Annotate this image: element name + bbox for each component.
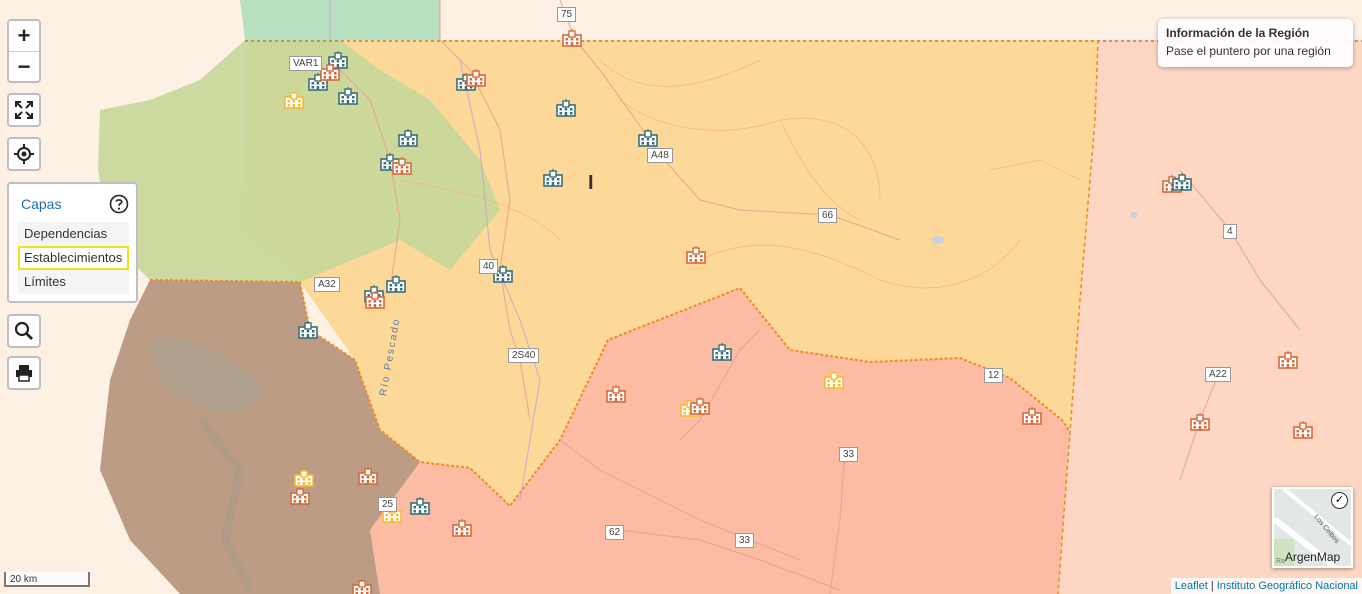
road-label: VAR1 — [289, 56, 323, 71]
fullscreen-icon — [15, 101, 33, 119]
layers-list: Dependencias Establecimientos Límites — [18, 222, 129, 294]
map-layer — [0, 0, 1362, 594]
layer-item-establecimientos[interactable]: Establecimientos — [18, 246, 129, 270]
road-label: A48 — [647, 148, 673, 163]
region-north — [240, 0, 440, 40]
zoom-control: + − — [7, 19, 41, 83]
print-button[interactable] — [7, 356, 41, 390]
school-marker-icon[interactable] — [690, 397, 710, 415]
school-marker-icon[interactable] — [352, 579, 372, 594]
region-info-panel: Información de la Región Pase el puntero… — [1158, 19, 1353, 67]
zoom-out-button[interactable]: − — [9, 51, 39, 82]
map-canvas[interactable]: I 75 VAR1 A48 66 4 40 A32 2S40 12 A22 33… — [0, 0, 1362, 594]
school-marker-icon[interactable] — [686, 246, 706, 264]
school-marker-icon[interactable] — [1278, 351, 1298, 369]
basemap-switcher[interactable]: Los Ceibos Ra ✓ ArgenMap — [1272, 487, 1353, 568]
school-marker-icon[interactable] — [824, 371, 844, 389]
road-label: A32 — [314, 277, 340, 292]
locate-icon — [14, 144, 34, 164]
school-marker-icon[interactable] — [320, 63, 340, 81]
road-label: A22 — [1205, 367, 1231, 382]
attribution: Leaflet | Instituto Geográfico Nacional — [1170, 578, 1362, 594]
search-button[interactable] — [7, 314, 41, 348]
road-label: 2S40 — [508, 348, 540, 363]
road-label: 12 — [984, 368, 1004, 383]
school-marker-icon[interactable] — [1190, 413, 1210, 431]
road-label: 62 — [605, 525, 625, 540]
road-label: 40 — [479, 259, 499, 274]
school-marker-icon[interactable] — [556, 99, 576, 117]
basemap-label: ArgenMap — [1284, 550, 1341, 564]
school-marker-icon[interactable] — [1293, 421, 1313, 439]
school-marker-icon[interactable] — [294, 469, 314, 487]
school-marker-icon[interactable] — [284, 91, 304, 109]
road-label: 33 — [839, 447, 859, 462]
school-marker-icon[interactable] — [386, 275, 406, 293]
road-label: 75 — [557, 7, 577, 22]
school-marker-icon[interactable] — [712, 343, 732, 361]
check-icon: ✓ — [1331, 492, 1348, 509]
school-marker-icon[interactable] — [338, 87, 358, 105]
help-button[interactable] — [109, 194, 129, 214]
school-marker-icon[interactable] — [365, 291, 385, 309]
school-marker-icon[interactable] — [290, 487, 310, 505]
school-marker-icon[interactable] — [562, 29, 582, 47]
info-title: Información de la Región — [1166, 26, 1310, 40]
school-marker-icon[interactable] — [398, 129, 418, 147]
print-icon — [16, 365, 32, 382]
layers-title: Capas — [21, 196, 62, 212]
scale-bar: 20 km — [4, 572, 90, 587]
school-marker-icon[interactable] — [298, 321, 318, 339]
info-subtitle: Pase el puntero por una región — [1166, 44, 1331, 58]
school-marker-icon[interactable] — [543, 169, 563, 187]
school-marker-icon[interactable] — [410, 497, 430, 515]
school-marker-icon[interactable] — [638, 129, 658, 147]
road-label: 25 — [378, 497, 398, 512]
search-icon — [14, 321, 33, 340]
road-label: 33 — [735, 533, 755, 548]
ign-link[interactable]: Instituto Geográfico Nacional — [1217, 580, 1358, 592]
school-marker-icon[interactable] — [1172, 173, 1192, 191]
school-marker-icon[interactable] — [606, 385, 626, 403]
layer-item-limites[interactable]: Límites — [18, 270, 129, 294]
school-marker-icon[interactable] — [1022, 407, 1042, 425]
school-marker-icon[interactable] — [392, 157, 412, 175]
leaflet-link[interactable]: Leaflet — [1175, 580, 1208, 592]
school-marker-icon[interactable] — [466, 69, 486, 87]
layers-panel: Capas Dependencias Establecimientos Lími… — [7, 182, 138, 303]
road-label: 4 — [1223, 224, 1237, 239]
help-icon — [109, 194, 129, 214]
school-marker-icon[interactable] — [358, 467, 378, 485]
region-label: I — [588, 172, 594, 194]
zoom-in-button[interactable]: + — [9, 21, 39, 51]
attribution-separator: | — [1210, 580, 1214, 592]
locate-button[interactable] — [7, 137, 41, 171]
school-marker-icon[interactable] — [452, 519, 472, 537]
road-label: 66 — [818, 208, 838, 223]
fullscreen-button[interactable] — [7, 93, 41, 127]
layer-item-dependencias[interactable]: Dependencias — [18, 222, 129, 246]
